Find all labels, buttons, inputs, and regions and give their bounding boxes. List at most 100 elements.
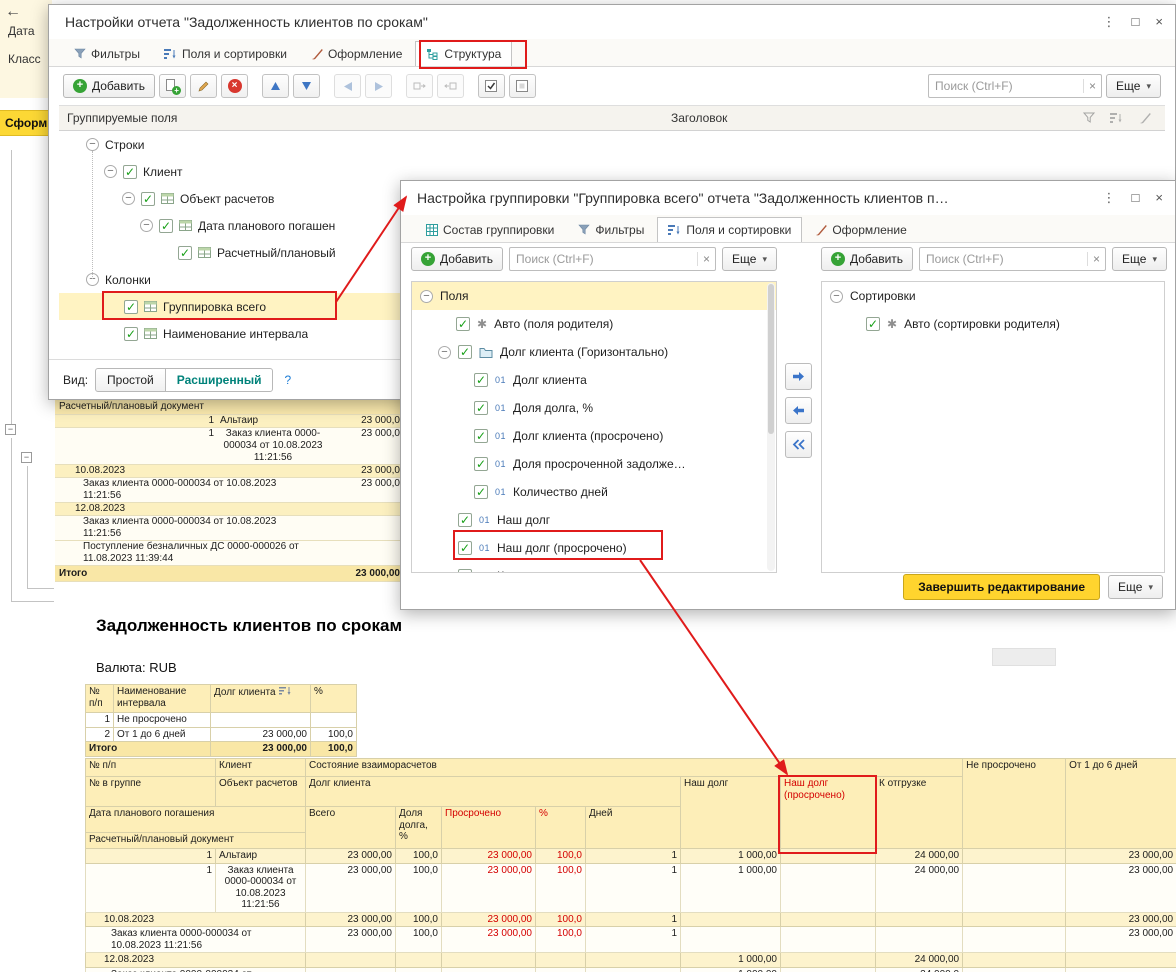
ungroup-button[interactable] [437, 74, 464, 98]
cell [681, 912, 781, 927]
collapse-icon[interactable]: − [438, 346, 451, 359]
checkbox[interactable]: ✓ [474, 401, 488, 415]
grouping-collapse-box[interactable]: − [21, 452, 32, 463]
sorting-root-row[interactable]: − Сортировки [822, 282, 1164, 310]
tab-appearance[interactable]: Оформление [804, 217, 917, 242]
move-up-button[interactable] [262, 74, 289, 98]
check-all-button[interactable] [478, 74, 505, 98]
view-extended-toggle[interactable]: Расширенный [165, 368, 274, 392]
group-button[interactable] [406, 74, 433, 98]
collapse-icon[interactable]: − [122, 192, 135, 205]
collapse-icon[interactable]: − [104, 165, 117, 178]
move-left-button[interactable] [334, 74, 361, 98]
checkbox[interactable]: ✓ [456, 317, 470, 331]
checkbox[interactable]: ✓ [474, 373, 488, 387]
scrollbar-thumb[interactable] [768, 284, 774, 434]
collapse-icon[interactable]: − [86, 138, 99, 151]
field-row[interactable]: ✓ 01 Доля просроченной задолже… [412, 450, 776, 478]
cell [963, 953, 1066, 968]
report-row: Заказ клиента 0000-000034 от 1 000,00 24… [86, 967, 1176, 972]
clear-search-icon[interactable]: × [697, 252, 715, 266]
checkbox[interactable]: ✓ [178, 246, 192, 260]
tab-fields-sorting[interactable]: Поля и сортировки [153, 41, 298, 66]
delete-button[interactable]: × [221, 74, 248, 98]
field-row[interactable]: ✓ 01 Доля долга, % [412, 394, 776, 422]
tab-grouping-content[interactable]: Состав группировки [415, 217, 565, 242]
generate-report-button[interactable]: Сформ [0, 110, 52, 136]
delete-icon: × [228, 79, 242, 93]
clear-search-icon[interactable]: × [1083, 79, 1101, 93]
tab-fields-sorting[interactable]: Поля и сортировки [657, 217, 802, 242]
fields-root-row[interactable]: − Поля [412, 282, 776, 310]
window-close-button[interactable]: × [1155, 190, 1163, 206]
sorting-row-auto[interactable]: ✓ ✱ Авто (сортировки родителя) [822, 310, 1164, 338]
tab-structure[interactable]: Структура [415, 41, 512, 66]
tab-appearance[interactable]: Оформление [300, 41, 413, 66]
clear-search-icon[interactable]: × [1087, 252, 1105, 266]
field-row-to-ship[interactable]: ✓ 01 К отгрузке [412, 562, 776, 573]
structure-icon [426, 48, 439, 60]
grouping-collapse-box[interactable]: − [5, 424, 16, 435]
collapse-icon[interactable]: − [140, 219, 153, 232]
structure-toolbar: + Добавить + × × Еще ▾ [49, 67, 1175, 105]
window-close-button[interactable]: × [1155, 14, 1163, 30]
move-down-button[interactable] [293, 74, 320, 98]
field-row[interactable]: ✓ 01 Количество дней [412, 478, 776, 506]
sorting-more-button[interactable]: Еще ▾ [1112, 247, 1167, 271]
more-button[interactable]: Еще ▾ [1106, 74, 1161, 98]
sorting-search-input[interactable] [920, 252, 1087, 266]
window-menu-button[interactable]: ⋮ [1103, 190, 1116, 206]
checkbox[interactable]: ✓ [159, 219, 173, 233]
finish-editing-button[interactable]: Завершить редактирование [903, 574, 1100, 600]
checkbox[interactable]: ✓ [474, 457, 488, 471]
field-row-client-debt-group[interactable]: − ✓ Долг клиента (Горизонтально) [412, 338, 776, 366]
collapse-icon[interactable]: − [420, 290, 433, 303]
view-simple-toggle[interactable]: Простой [95, 368, 166, 392]
checkbox[interactable]: ✓ [458, 345, 472, 359]
window-maximize-button[interactable]: □ [1132, 190, 1140, 206]
checkbox[interactable]: ✓ [124, 327, 138, 341]
column-grouped-fields[interactable]: Группируемые поля [67, 111, 177, 125]
appearance-icon[interactable] [1139, 112, 1151, 127]
fields-search-input[interactable] [510, 252, 697, 266]
checkbox[interactable]: ✓ [458, 513, 472, 527]
checkbox[interactable]: ✓ [458, 569, 472, 573]
back-button[interactable]: ← [5, 3, 21, 21]
tab-filters[interactable]: Фильтры [567, 217, 655, 242]
checkbox[interactable]: ✓ [866, 317, 880, 331]
uncheck-all-button[interactable] [509, 74, 536, 98]
copy-button[interactable]: + [159, 74, 186, 98]
checkbox[interactable]: ✓ [123, 165, 137, 179]
field-row-our-debt-overdue[interactable]: ✓ 01 Наш долг (просрочено) [412, 534, 776, 562]
window-maximize-button[interactable]: □ [1132, 14, 1140, 30]
checkbox[interactable]: ✓ [124, 300, 138, 314]
tab-filters[interactable]: Фильтры [63, 41, 151, 66]
move-right-button[interactable] [365, 74, 392, 98]
footer-more-button[interactable]: Еще ▾ [1108, 575, 1163, 599]
checkbox[interactable]: ✓ [141, 192, 155, 206]
field-row[interactable]: ✓ 01 Долг клиента [412, 366, 776, 394]
fields-more-button[interactable]: Еще ▾ [722, 247, 777, 271]
column-title[interactable]: Заголовок [671, 111, 727, 125]
search-input[interactable] [929, 79, 1083, 93]
filter-icon[interactable] [1083, 112, 1095, 127]
help-link[interactable]: ? [284, 373, 291, 387]
checkbox[interactable]: ✓ [474, 485, 488, 499]
window-menu-button[interactable]: ⋮ [1103, 14, 1116, 30]
edit-button[interactable] [190, 74, 217, 98]
field-row-our-debt[interactable]: ✓ 01 Наш долг [412, 506, 776, 534]
move-to-sorting-button[interactable] [785, 363, 812, 390]
sort-icon[interactable] [1110, 112, 1123, 127]
move-from-sorting-button[interactable] [785, 397, 812, 424]
add-sorting-button[interactable]: + Добавить [821, 247, 913, 271]
tree-row-rows[interactable]: − Строки [59, 131, 1165, 158]
move-all-from-sorting-button[interactable] [785, 431, 812, 458]
checkbox[interactable]: ✓ [474, 429, 488, 443]
collapse-icon[interactable]: − [830, 290, 843, 303]
add-button[interactable]: + Добавить [63, 74, 155, 98]
field-row[interactable]: ✓ 01 Долг клиента (просрочено) [412, 422, 776, 450]
add-field-button[interactable]: + Добавить [411, 247, 503, 271]
field-row-auto[interactable]: ✓ ✱ Авто (поля родителя) [412, 310, 776, 338]
scrollbar[interactable] [767, 283, 775, 571]
checkbox[interactable]: ✓ [458, 541, 472, 555]
